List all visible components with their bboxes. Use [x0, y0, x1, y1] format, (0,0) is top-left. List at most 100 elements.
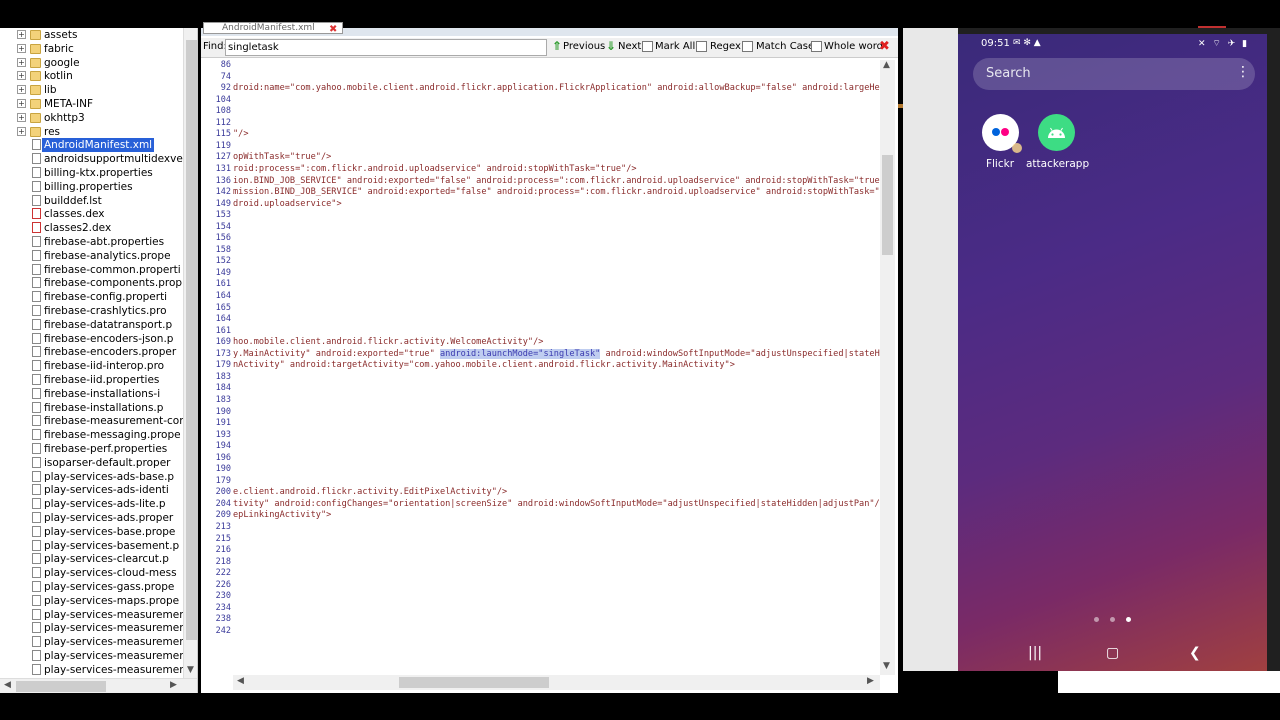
tree-scroll-left-icon[interactable]: ◀ — [4, 680, 11, 690]
app-flickr[interactable]: Flickr — [970, 114, 1030, 170]
regex-checkbox[interactable] — [696, 41, 707, 52]
editor-panel: AndroidManifest.xml ✖ Find: ⇑ Previous ⇓… — [201, 22, 898, 693]
notification-icons: ✉ ✻ ▲ — [1013, 38, 1041, 48]
line-number: 74 — [220, 71, 231, 82]
file-icon — [32, 180, 41, 192]
line-number: 218 — [215, 556, 231, 567]
line-number: 119 — [215, 140, 231, 151]
page-dot[interactable] — [1110, 617, 1115, 622]
expand-icon[interactable]: + — [17, 85, 26, 95]
tree-scroll-right-icon[interactable]: ▶ — [170, 680, 177, 690]
expand-icon[interactable]: + — [17, 112, 26, 122]
expand-icon[interactable]: + — [17, 126, 26, 136]
mark-all-checkbox[interactable] — [642, 41, 653, 52]
expand-icon[interactable]: + — [17, 71, 26, 81]
line-number: 179 — [215, 475, 231, 486]
page-dot[interactable] — [1094, 617, 1099, 622]
line-number: 238 — [215, 614, 231, 625]
code-view[interactable]: droid:name="com.yahoo.mobile.client.andr… — [233, 60, 880, 675]
code-text: droid:name="com.yahoo.mobile.client.andr… — [233, 83, 880, 94]
tree-item-label: billing-ktx.properties — [44, 167, 153, 179]
whole-word-checkbox[interactable] — [811, 41, 822, 52]
tree-item-label: play-services-base.prope — [44, 525, 176, 538]
code-text: tivity" android:configChanges="orientati… — [233, 498, 880, 509]
editor-horizontal-thumb[interactable] — [399, 677, 549, 688]
app-attackerapp[interactable]: attackerapp — [1026, 114, 1090, 170]
previous-button[interactable]: Previous — [563, 41, 605, 52]
touch-cursor — [1012, 143, 1022, 153]
folder-icon — [30, 71, 41, 82]
page-dot-active[interactable] — [1126, 617, 1131, 622]
find-input[interactable] — [225, 39, 547, 56]
file-icon — [32, 332, 41, 344]
line-number: 184 — [215, 383, 231, 394]
close-find-icon[interactable]: ✖ — [879, 39, 890, 54]
code-line: mission.BIND_JOB_SERVICE" android:export… — [233, 187, 880, 197]
tree-item-label: play-services-ads-lite.p — [44, 498, 166, 511]
file-icon — [32, 484, 41, 496]
tree-vertical-scrollbar[interactable]: ▼ — [183, 28, 197, 678]
search-placeholder: Search — [986, 66, 1031, 81]
tree-item-label: builddef.lst — [44, 194, 102, 207]
match-case-checkbox[interactable] — [742, 41, 753, 52]
search-bar[interactable]: Search ⋮ — [973, 58, 1255, 90]
editor-horizontal-scrollbar[interactable]: ◀ ▶ — [233, 675, 880, 690]
code-line: ion.BIND_JOB_SERVICE" android:exported="… — [233, 176, 880, 186]
editor-vertical-thumb[interactable] — [882, 155, 893, 255]
file-icon — [32, 443, 41, 454]
previous-arrow-icon[interactable]: ⇑ — [552, 39, 562, 53]
editor-vertical-scrollbar[interactable]: ▲ ▼ — [880, 60, 895, 675]
tree-item-label: firebase-encoders-json.p — [44, 332, 174, 345]
regex-label: Regex — [710, 41, 741, 52]
scroll-right-icon[interactable]: ▶ — [867, 676, 874, 686]
back-icon[interactable]: ❮ — [1189, 645, 1201, 661]
folder-icon — [30, 85, 41, 96]
tree-item-label: firebase-iid-interop.pro — [44, 360, 165, 373]
expand-icon[interactable]: + — [17, 57, 26, 67]
home-icon[interactable]: ▢ — [1106, 645, 1119, 661]
tree-item-label: play-services-measuremen — [44, 622, 186, 635]
file-icon — [32, 581, 41, 592]
code-text: y.MainActivity" android:exported="true" — [233, 348, 440, 359]
tree-item-label: billing.properties — [44, 180, 133, 193]
tree-item-label: play-services-measuremen — [44, 650, 186, 662]
file-icon — [32, 222, 41, 234]
next-button[interactable]: Next — [618, 41, 641, 52]
more-options-icon[interactable]: ⋮ — [1236, 64, 1250, 80]
tree-item-label: firebase-analytics.prope — [44, 249, 171, 262]
file-icon — [32, 277, 41, 289]
code-text: droid.uploadservice"> — [233, 198, 342, 209]
file-icon — [32, 512, 41, 523]
recents-icon[interactable]: ||| — [1028, 645, 1042, 661]
tree-horizontal-thumb[interactable] — [16, 681, 106, 692]
code-line: tivity" android:configChanges="orientati… — [233, 499, 880, 509]
scroll-left-icon[interactable]: ◀ — [237, 676, 244, 686]
tree-scroll-down-icon[interactable]: ▼ — [187, 665, 194, 675]
tab-androidmanifest[interactable]: AndroidManifest.xml — [203, 22, 343, 34]
expand-icon[interactable]: + — [17, 43, 26, 53]
file-icon — [32, 374, 41, 385]
line-number: 190 — [215, 406, 231, 417]
line-number: 152 — [215, 256, 231, 267]
tree-horizontal-scrollbar[interactable]: ◀ ▶ — [0, 678, 197, 693]
tab-close-icon[interactable]: ✖ — [329, 24, 337, 35]
scroll-up-icon[interactable]: ▲ — [883, 60, 890, 70]
line-number: 216 — [215, 545, 231, 556]
tree-item-label: firebase-messaging.prope — [44, 429, 181, 442]
line-number: 158 — [215, 244, 231, 255]
tree-vertical-thumb[interactable] — [186, 40, 197, 640]
next-arrow-icon[interactable]: ⇓ — [606, 39, 616, 53]
expand-icon[interactable]: + — [17, 99, 26, 108]
code-line: nActivity" android:targetActivity="com.y… — [233, 360, 735, 370]
flickr-blue-dot — [991, 128, 1000, 136]
app-label-attackerapp: attackerapp — [1026, 158, 1090, 170]
line-number: 165 — [215, 302, 231, 313]
file-icon — [32, 567, 41, 579]
file-icon — [32, 650, 41, 661]
mark-all-label: Mark All — [655, 41, 696, 52]
line-number: 104 — [215, 94, 231, 105]
line-number: 242 — [215, 625, 231, 636]
expand-icon[interactable]: + — [17, 30, 26, 39]
status-time: 09:51 — [981, 38, 1010, 49]
scroll-down-icon[interactable]: ▼ — [883, 661, 890, 671]
